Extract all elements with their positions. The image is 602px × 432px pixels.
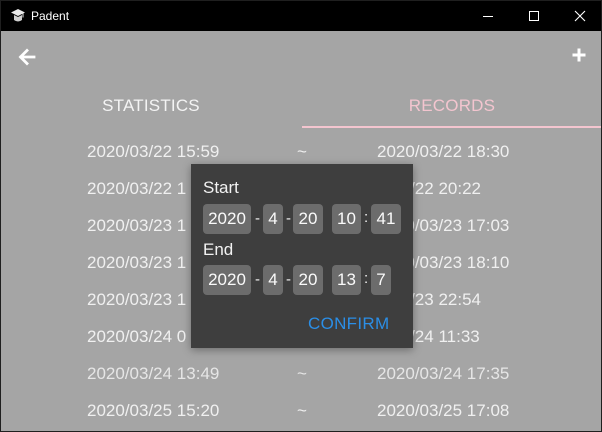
record-start: 2020/03/24 13:49	[87, 364, 220, 383]
start-day-field[interactable]: 20	[293, 204, 323, 234]
date-separator: -	[286, 210, 291, 227]
end-minute-field[interactable]: 7	[371, 265, 391, 295]
record-start: 2020/03/25 15:20	[87, 401, 220, 420]
record-separator: ~	[297, 142, 307, 161]
list-item[interactable]: 2020/03/24 13:49 ~ 2020/03/24 17:35	[1, 355, 601, 392]
end-year-field[interactable]: 2020	[203, 265, 251, 295]
record-end: 2020/03/22 18:30	[377, 142, 510, 161]
date-separator: -	[286, 271, 291, 288]
start-label: Start	[203, 178, 239, 197]
record-separator: ~	[297, 401, 307, 420]
end-month-field[interactable]: 4	[263, 265, 283, 295]
maximize-button[interactable]	[511, 1, 557, 31]
record-start: 2020/03/23 1	[87, 253, 187, 272]
date-separator: -	[255, 210, 260, 227]
edit-record-dialog: Start 2020 - 4 - 20 10 : 41 End 2020 - 4…	[191, 164, 413, 348]
back-button[interactable]	[15, 45, 39, 69]
start-year-field[interactable]: 2020	[203, 204, 251, 234]
time-separator: :	[364, 270, 369, 287]
list-item[interactable]: 2020/03/25 15:20 ~ 2020/03/25 17:08	[1, 392, 601, 429]
start-hour-field[interactable]: 10	[332, 204, 361, 234]
active-tab-indicator	[302, 126, 601, 128]
record-end: 2020/03/24 17:35	[377, 364, 510, 383]
start-minute-field[interactable]: 41	[371, 204, 401, 234]
record-start: 2020/03/22 15:59	[87, 142, 220, 161]
add-record-button[interactable]	[567, 43, 591, 67]
record-start: 2020/03/23 1	[87, 290, 187, 309]
record-start: 2020/03/23 1	[87, 216, 187, 235]
plus-icon	[572, 48, 586, 62]
record-start: 2020/03/24 0	[87, 327, 187, 346]
title-bar: Padent	[1, 1, 601, 31]
close-icon	[574, 10, 586, 22]
close-button[interactable]	[557, 1, 601, 31]
arrow-left-icon	[18, 48, 36, 66]
end-hour-field[interactable]: 13	[332, 265, 361, 295]
minimize-icon	[483, 16, 493, 17]
maximize-icon	[529, 11, 539, 21]
end-label: End	[203, 240, 234, 259]
window-title: Padent	[31, 9, 70, 23]
tab-records[interactable]: RECORDS	[302, 85, 601, 127]
graduation-cap-icon	[10, 8, 26, 24]
record-end: 2020/03/25 17:08	[377, 401, 510, 420]
confirm-button[interactable]: CONFIRM	[308, 314, 389, 334]
start-month-field[interactable]: 4	[263, 204, 283, 234]
record-start: 2020/03/22 1	[87, 179, 187, 198]
end-day-field[interactable]: 20	[293, 265, 323, 295]
tab-statistics[interactable]: STATISTICS	[1, 85, 301, 127]
minimize-button[interactable]	[465, 1, 511, 31]
time-separator: :	[364, 209, 369, 226]
date-separator: -	[255, 271, 260, 288]
app-window: Padent STATISTICS RECORDS 2020/03/22 15:…	[0, 0, 602, 432]
record-separator: ~	[297, 364, 307, 383]
